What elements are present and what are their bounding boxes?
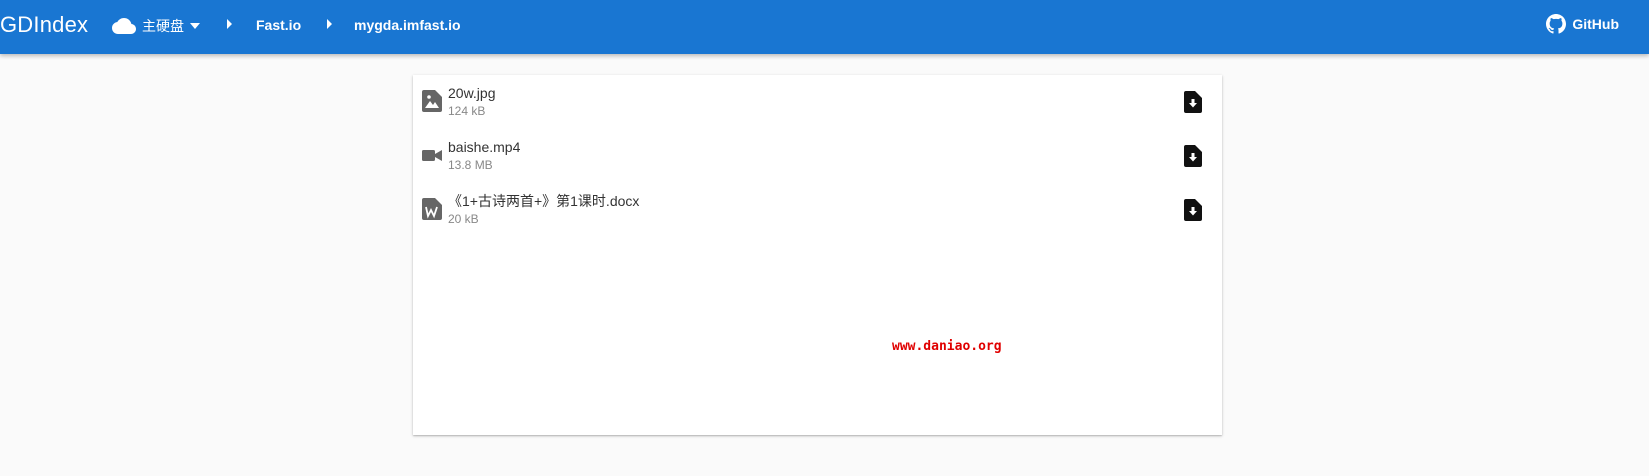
github-icon bbox=[1546, 14, 1567, 34]
download-icon[interactable] bbox=[1184, 199, 1202, 221]
image-file-icon bbox=[422, 90, 442, 112]
github-label: GitHub bbox=[1572, 16, 1619, 32]
watermark-text: www.daniao.org bbox=[892, 339, 1002, 354]
word-file-icon bbox=[422, 198, 442, 220]
file-size: 13.8 MB bbox=[448, 158, 493, 172]
file-row[interactable]: 20w.jpg 124 kB bbox=[413, 75, 1222, 129]
cloud-icon bbox=[112, 18, 136, 34]
video-icon bbox=[422, 150, 442, 161]
app-bar: GDIndex 主硬盘 Fast.io mygda.imfast.io GitH… bbox=[0, 0, 1649, 54]
github-link[interactable]: GitHub bbox=[1546, 14, 1619, 34]
file-list: 20w.jpg 124 kB baishe.mp4 13.8 MB 《1+古诗两… bbox=[413, 75, 1222, 435]
file-size: 124 kB bbox=[448, 104, 486, 118]
file-row[interactable]: baishe.mp4 13.8 MB bbox=[413, 129, 1222, 183]
file-size: 20 kB bbox=[448, 212, 479, 226]
caret-down-icon bbox=[190, 23, 200, 29]
download-icon[interactable] bbox=[1184, 91, 1202, 113]
drive-label: 主硬盘 bbox=[142, 18, 184, 34]
breadcrumb-item[interactable]: mygda.imfast.io bbox=[354, 16, 461, 34]
file-row[interactable]: 《1+古诗两首+》第1课时.docx 20 kB bbox=[413, 183, 1222, 237]
download-icon[interactable] bbox=[1184, 145, 1202, 167]
chevron-right-icon bbox=[227, 19, 232, 29]
drive-selector-button[interactable]: 主硬盘 bbox=[112, 13, 200, 39]
chevron-right-icon bbox=[327, 19, 332, 29]
brand-title[interactable]: GDIndex bbox=[0, 11, 88, 39]
file-name: 20w.jpg bbox=[448, 85, 496, 101]
file-name: baishe.mp4 bbox=[448, 139, 521, 155]
file-name: 《1+古诗两首+》第1课时.docx bbox=[448, 193, 640, 209]
breadcrumb-item[interactable]: Fast.io bbox=[256, 16, 301, 34]
